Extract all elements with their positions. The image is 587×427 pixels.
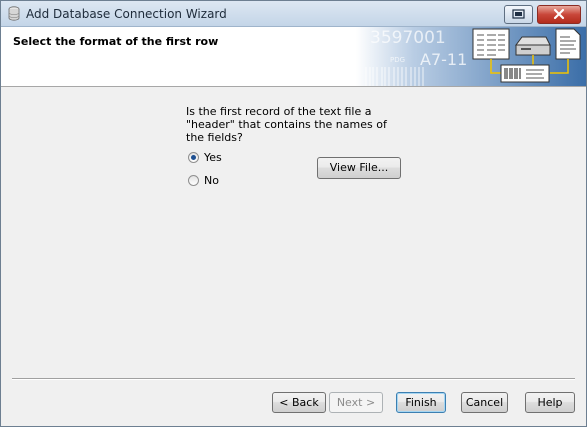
back-button[interactable]: < Back bbox=[272, 392, 326, 413]
barcode-card-icon bbox=[500, 64, 550, 83]
no-radio-button[interactable] bbox=[188, 175, 199, 186]
table-document-icon bbox=[472, 28, 510, 60]
footer-separator bbox=[12, 378, 575, 380]
close-icon bbox=[553, 8, 565, 20]
database-icon bbox=[8, 6, 20, 21]
art-number-1: 3597001 bbox=[370, 28, 446, 48]
title-bar[interactable]: Add Database Connection Wizard bbox=[1, 1, 586, 27]
yes-radio-label[interactable]: Yes bbox=[204, 151, 222, 164]
window-title: Add Database Connection Wizard bbox=[26, 7, 227, 21]
next-button[interactable]: Next > bbox=[329, 392, 383, 413]
restore-icon bbox=[512, 9, 525, 19]
view-file-button[interactable]: View File... bbox=[317, 157, 401, 179]
page-title: Select the format of the first row bbox=[13, 35, 219, 48]
wizard-window: Add Database Connection Wizard Select th… bbox=[0, 0, 587, 427]
header-question: Is the first record of the text file a "… bbox=[186, 105, 387, 144]
server-icon bbox=[515, 36, 551, 56]
no-radio-option[interactable]: No bbox=[188, 174, 219, 187]
no-radio-label[interactable]: No bbox=[204, 174, 219, 187]
yes-radio-option[interactable]: Yes bbox=[188, 151, 222, 164]
finish-button[interactable]: Finish bbox=[396, 392, 446, 413]
yes-radio-button[interactable] bbox=[188, 152, 199, 163]
close-button[interactable] bbox=[537, 5, 581, 24]
restore-button[interactable] bbox=[504, 5, 533, 24]
art-number-3: PDG bbox=[390, 56, 405, 64]
help-button[interactable]: Help bbox=[525, 392, 575, 413]
database-illustration: 3597001 A7-11 PDG bbox=[356, 27, 586, 86]
art-number-2: A7-11 bbox=[420, 50, 467, 69]
cancel-button[interactable]: Cancel bbox=[461, 392, 508, 413]
wizard-header: Select the format of the first row 35970… bbox=[1, 27, 586, 87]
document-icon bbox=[555, 28, 581, 60]
